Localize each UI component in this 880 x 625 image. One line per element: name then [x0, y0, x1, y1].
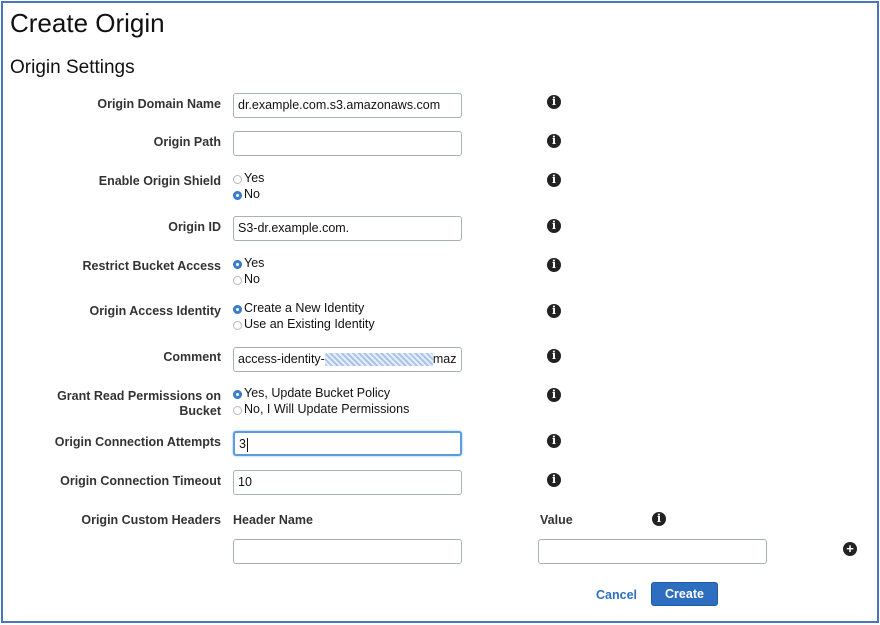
- radio-label: Yes, Update Bucket Policy: [244, 386, 391, 400]
- header-name-input[interactable]: [233, 539, 462, 564]
- origin-shield-no-radio[interactable]: No: [233, 186, 260, 202]
- origin-connection-timeout-input[interactable]: 10: [233, 470, 462, 495]
- origin-connection-timeout-label: Origin Connection Timeout: [60, 474, 221, 488]
- radio-label: No: [244, 187, 260, 201]
- comment-input[interactable]: access-identity-maz: [233, 347, 462, 372]
- grant-read-permissions-label: Grant Read Permissions on Bucket: [21, 389, 221, 419]
- radio-icon[interactable]: [233, 175, 242, 184]
- restrict-bucket-no-radio[interactable]: No: [233, 271, 260, 287]
- radio-icon[interactable]: [233, 321, 242, 330]
- cancel-button[interactable]: Cancel: [596, 588, 637, 602]
- enable-origin-shield-label: Enable Origin Shield: [98, 174, 221, 188]
- will-update-permissions-radio[interactable]: No, I Will Update Permissions: [233, 401, 409, 417]
- info-icon[interactable]: i: [547, 134, 561, 148]
- radio-label: No: [244, 272, 260, 286]
- comment-value-suffix: maz: [432, 352, 457, 366]
- info-icon[interactable]: i: [652, 512, 666, 526]
- info-icon[interactable]: i: [547, 349, 561, 363]
- origin-path-input[interactable]: [233, 131, 462, 156]
- grant-read-permissions-label-line2: Bucket: [179, 404, 221, 418]
- redacted-text: [324, 353, 433, 367]
- restrict-bucket-yes-radio[interactable]: Yes: [233, 255, 264, 271]
- radio-label: No, I Will Update Permissions: [244, 402, 410, 416]
- create-button[interactable]: Create: [651, 582, 718, 606]
- use-existing-identity-radio[interactable]: Use an Existing Identity: [233, 316, 375, 332]
- origin-custom-headers-label: Origin Custom Headers: [81, 513, 221, 527]
- info-icon[interactable]: i: [547, 473, 561, 487]
- origin-domain-name-label: Origin Domain Name: [97, 97, 221, 111]
- update-bucket-policy-radio[interactable]: Yes, Update Bucket Policy: [233, 385, 390, 401]
- radio-label: Yes: [244, 256, 265, 270]
- page-title: Create Origin: [10, 8, 165, 38]
- info-icon[interactable]: i: [547, 304, 561, 318]
- info-icon[interactable]: i: [547, 434, 561, 448]
- radio-label: Use an Existing Identity: [244, 317, 375, 331]
- radio-selected-icon[interactable]: [233, 390, 242, 399]
- info-icon[interactable]: i: [547, 219, 561, 233]
- info-icon[interactable]: i: [547, 173, 561, 187]
- radio-selected-icon[interactable]: [233, 305, 242, 314]
- radio-label: Yes: [244, 171, 265, 185]
- origin-shield-yes-radio[interactable]: Yes: [233, 170, 264, 186]
- info-icon[interactable]: i: [547, 388, 561, 402]
- create-new-identity-radio[interactable]: Create a New Identity: [233, 300, 364, 316]
- restrict-bucket-access-label: Restrict Bucket Access: [82, 259, 222, 273]
- info-icon[interactable]: i: [547, 258, 561, 272]
- grant-read-permissions-label-line1: Grant Read Permissions on: [57, 389, 221, 403]
- origin-connection-attempts-label: Origin Connection Attempts: [54, 435, 221, 449]
- header-name-column-label: Header Name: [233, 513, 313, 527]
- value-column-label: Value: [540, 513, 573, 527]
- info-icon[interactable]: i: [547, 95, 561, 109]
- radio-icon[interactable]: [233, 406, 242, 415]
- comment-value-prefix: access-identity-: [238, 352, 325, 366]
- plus-circle-icon[interactable]: +: [843, 542, 857, 556]
- comment-label: Comment: [163, 350, 221, 364]
- text-cursor: [246, 437, 248, 452]
- origin-access-identity-label: Origin Access Identity: [89, 304, 221, 318]
- origin-domain-name-input[interactable]: dr.example.com.s3.amazonaws.com: [233, 93, 462, 118]
- origin-path-label: Origin Path: [153, 135, 221, 149]
- section-title: Origin Settings: [10, 57, 135, 78]
- radio-icon[interactable]: [233, 276, 242, 285]
- origin-id-label: Origin ID: [168, 220, 221, 234]
- radio-label: Create a New Identity: [244, 301, 365, 315]
- origin-id-input[interactable]: S3-dr.example.com.: [233, 216, 462, 241]
- header-value-input[interactable]: [538, 539, 767, 564]
- radio-selected-icon[interactable]: [233, 260, 242, 269]
- radio-selected-icon[interactable]: [233, 191, 242, 200]
- origin-connection-attempts-value: 3: [239, 437, 246, 451]
- origin-connection-attempts-input[interactable]: 3: [233, 431, 462, 456]
